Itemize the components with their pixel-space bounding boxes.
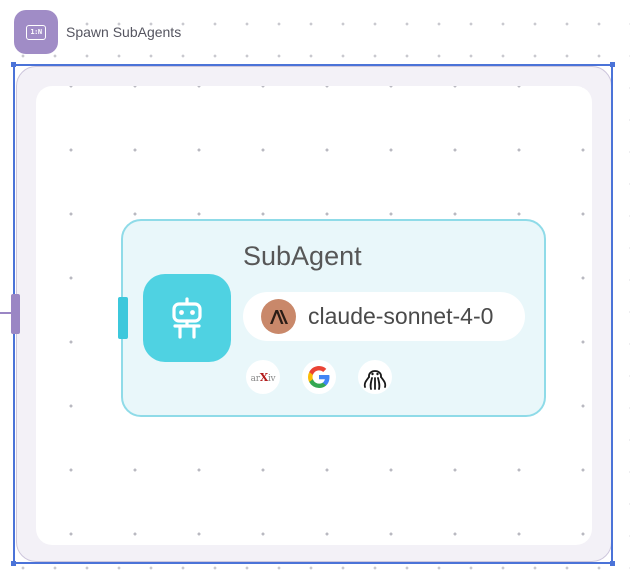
resize-handle-top-right[interactable]: [610, 62, 615, 67]
model-name: claude-sonnet-4-0: [308, 303, 494, 329]
arxiv-icon[interactable]: arXiv: [246, 360, 280, 394]
node-header[interactable]: 1:N Spawn SubAgents: [14, 10, 181, 54]
one-to-many-icon: 1:N: [26, 24, 46, 40]
resize-handle-bottom-left[interactable]: [11, 561, 16, 566]
resize-handle-top-left[interactable]: [11, 62, 16, 67]
group-input-port[interactable]: [11, 294, 20, 334]
anthropic-icon: [261, 299, 296, 334]
node-title: Spawn SubAgents: [66, 24, 182, 40]
subagent-icon-box: [143, 274, 231, 362]
octopus-icon[interactable]: [358, 360, 392, 394]
robot-icon: [172, 297, 202, 339]
google-icon[interactable]: [302, 360, 336, 394]
subagent-title: SubAgent: [243, 241, 362, 271]
node-badge[interactable]: 1:N: [14, 10, 58, 54]
model-selector[interactable]: claude-sonnet-4-0: [243, 292, 525, 341]
resize-handle-bottom-right[interactable]: [610, 561, 615, 566]
subagent-input-port[interactable]: [118, 297, 128, 339]
